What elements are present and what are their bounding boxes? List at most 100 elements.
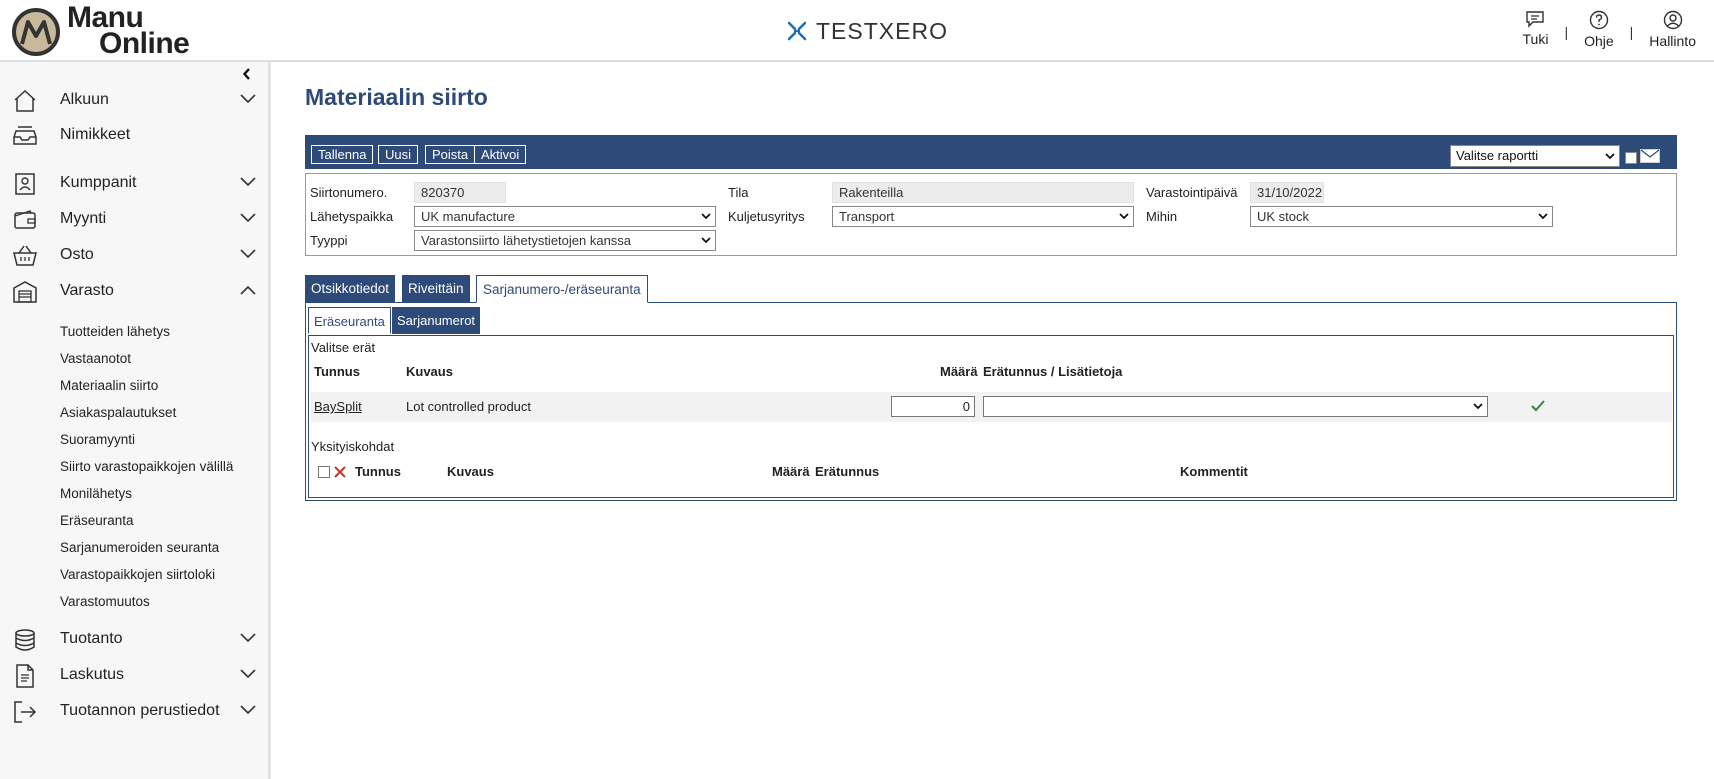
lot-tracking-panel: Valitse erät Tunnus Kuvaus Määrä Erätunn…: [308, 335, 1674, 498]
sidebar-subitem[interactable]: Asiakaspalautukset: [60, 405, 176, 420]
save-button[interactable]: Tallenna: [311, 145, 374, 164]
details-header-qty: Määrä: [772, 464, 810, 479]
sidebar-item-label: Myynti: [60, 210, 107, 227]
company-name: TESTXERO: [816, 17, 948, 44]
chevron-down-icon: [240, 633, 256, 643]
activate-button[interactable]: Aktivoi: [474, 145, 527, 164]
column-header-qty: Määrä: [940, 364, 978, 379]
sidebar-subitem[interactable]: Suoramyynti: [60, 432, 135, 447]
type-select[interactable]: Varastonsiirto lähetystietojen kanssa: [414, 230, 716, 251]
sidebar-item-label: Nimikkeet: [60, 126, 131, 143]
transfer-header-form: Siirtonumero. 820370 Tila Rakenteilla Va…: [305, 173, 1677, 256]
sidebar-item-invoicing[interactable]: Laskutus: [0, 658, 271, 692]
select-all-checkbox[interactable]: [318, 466, 330, 478]
details-header-lot: Erätunnus: [815, 464, 880, 479]
help-link[interactable]: Ohje: [1584, 10, 1614, 49]
ship-from-value: UK manufacture: [421, 209, 515, 224]
chevron-down-icon: [701, 237, 711, 244]
chevron-down-icon: [240, 249, 256, 259]
sidebar-item-label: Tuotannon perustiedot: [60, 702, 220, 719]
sign-out-icon: [14, 701, 37, 723]
sidebar-item-home[interactable]: Alkuun: [0, 83, 271, 117]
sidebar-item-basic-data[interactable]: Tuotannon perustiedot: [0, 694, 271, 728]
tab-by-row[interactable]: Riveittäin: [402, 275, 470, 303]
sidebar-subitem[interactable]: Vastaanotot: [60, 351, 131, 366]
select-lots-label: Valitse erät: [311, 340, 376, 355]
delete-button[interactable]: Poista: [425, 145, 476, 164]
serial-lot-panel: Eräseuranta Sarjanumerot Valitse erät Tu…: [305, 302, 1677, 501]
support-link[interactable]: Tuki: [1522, 10, 1549, 47]
sidebar-subitem[interactable]: Siirto varastopaikkojen välillä: [60, 459, 233, 474]
transfer-no-field[interactable]: 820370: [414, 182, 506, 203]
lot-item-link[interactable]: BaySplit: [314, 399, 362, 414]
sidebar-subitem[interactable]: Sarjanumeroiden seuranta: [60, 540, 219, 555]
collapse-sidebar-icon[interactable]: [242, 68, 251, 83]
chat-icon: [1526, 11, 1545, 28]
header-links: Tuki | Ohje | Hallinto: [1522, 10, 1696, 49]
sidebar-item-items[interactable]: Nimikkeet: [0, 118, 271, 152]
chevron-down-icon: [701, 213, 711, 220]
new-button[interactable]: Uusi: [378, 145, 419, 164]
sidebar-item-purchase[interactable]: Osto: [0, 238, 271, 272]
help-icon: [1589, 10, 1609, 30]
admin-link[interactable]: Hallinto: [1649, 10, 1696, 49]
sidebar-item-label: Laskutus: [60, 666, 125, 683]
header-separator: |: [1564, 24, 1569, 40]
details-header-comments: Kommentit: [1180, 464, 1248, 479]
sidebar-subitem[interactable]: Materiaalin siirto: [60, 378, 158, 393]
help-label: Ohje: [1584, 33, 1614, 49]
details-header-id: Tunnus: [355, 464, 401, 479]
sidebar-subitem[interactable]: Tuotteiden lähetys: [60, 324, 170, 339]
sidebar-item-label: Osto: [60, 246, 94, 263]
home-icon: [14, 89, 36, 112]
details-label: Yksityiskohdat: [311, 439, 395, 454]
carrier-label: Kuljetusyritys: [728, 209, 805, 224]
manu-online-logo[interactable]: Manu Online: [12, 3, 202, 60]
logo-text: Manu Online: [67, 3, 190, 60]
chevron-down-icon: [1538, 213, 1548, 220]
user-icon: [1663, 10, 1682, 30]
chevron-down-icon: [240, 669, 256, 679]
lot-qty-input[interactable]: 0: [891, 396, 975, 417]
sidebar-subitem[interactable]: Eräseuranta: [60, 513, 134, 528]
chevron-down-icon: [1119, 213, 1129, 220]
sidebar-subitem[interactable]: Varastopaikkojen siirtoloki: [60, 567, 215, 582]
storage-date-label: Varastointipäivä: [1146, 185, 1238, 200]
ship-to-select[interactable]: UK stock: [1250, 206, 1553, 227]
tab-header-info[interactable]: Otsikkotiedot: [305, 275, 396, 303]
wallet-icon: [14, 210, 36, 229]
delete-x-icon[interactable]: [333, 465, 347, 479]
sidebar-item-partners[interactable]: Kumppanit: [0, 166, 271, 200]
chevron-down-icon: [240, 213, 256, 223]
mail-icon[interactable]: [1640, 149, 1660, 163]
type-value: Varastonsiirto lähetystietojen kanssa: [421, 233, 632, 248]
status-label: Tila: [728, 185, 749, 200]
logo-line-2: Online: [99, 27, 190, 60]
sidebar-item-inventory[interactable]: Varasto: [0, 274, 271, 308]
company-brand: TESTXERO: [786, 17, 948, 45]
column-header-lot-info: Erätunnus / Lisätietoja: [983, 364, 1123, 379]
inbox-icon: [13, 126, 37, 145]
carrier-select[interactable]: Transport: [832, 206, 1134, 227]
sidebar-item-sales[interactable]: Myynti: [0, 202, 271, 236]
sidebar-subitem[interactable]: Varastomuutos: [60, 594, 150, 609]
email-report-checkbox[interactable]: [1625, 152, 1637, 164]
sidebar-subitem[interactable]: Monilähetys: [60, 486, 132, 501]
status-field[interactable]: Rakenteilla: [832, 182, 1134, 203]
tab-serial-lot[interactable]: Sarjanumero-/eräseuranta: [476, 275, 648, 303]
report-select[interactable]: Valitse raportti: [1450, 145, 1620, 167]
type-label: Tyyppi: [310, 233, 348, 248]
sidebar-item-label: Alkuun: [60, 91, 109, 108]
storage-date-field[interactable]: 31/10/2022: [1250, 182, 1324, 203]
ship-from-select[interactable]: UK manufacture: [414, 206, 716, 227]
sidebar-item-label: Kumppanit: [60, 174, 137, 191]
column-header-id: Tunnus: [314, 364, 360, 379]
sidebar-item-production[interactable]: Tuotanto: [0, 622, 271, 656]
lot-number-select[interactable]: [983, 396, 1488, 417]
tab-serial-numbers[interactable]: Sarjanumerot: [392, 307, 481, 334]
confirm-check-icon[interactable]: [1531, 400, 1545, 412]
support-label: Tuki: [1522, 31, 1549, 47]
lot-item-description: Lot controlled product: [406, 399, 532, 414]
column-header-description: Kuvaus: [406, 364, 453, 379]
tab-lot-tracking[interactable]: Eräseuranta: [308, 307, 391, 334]
